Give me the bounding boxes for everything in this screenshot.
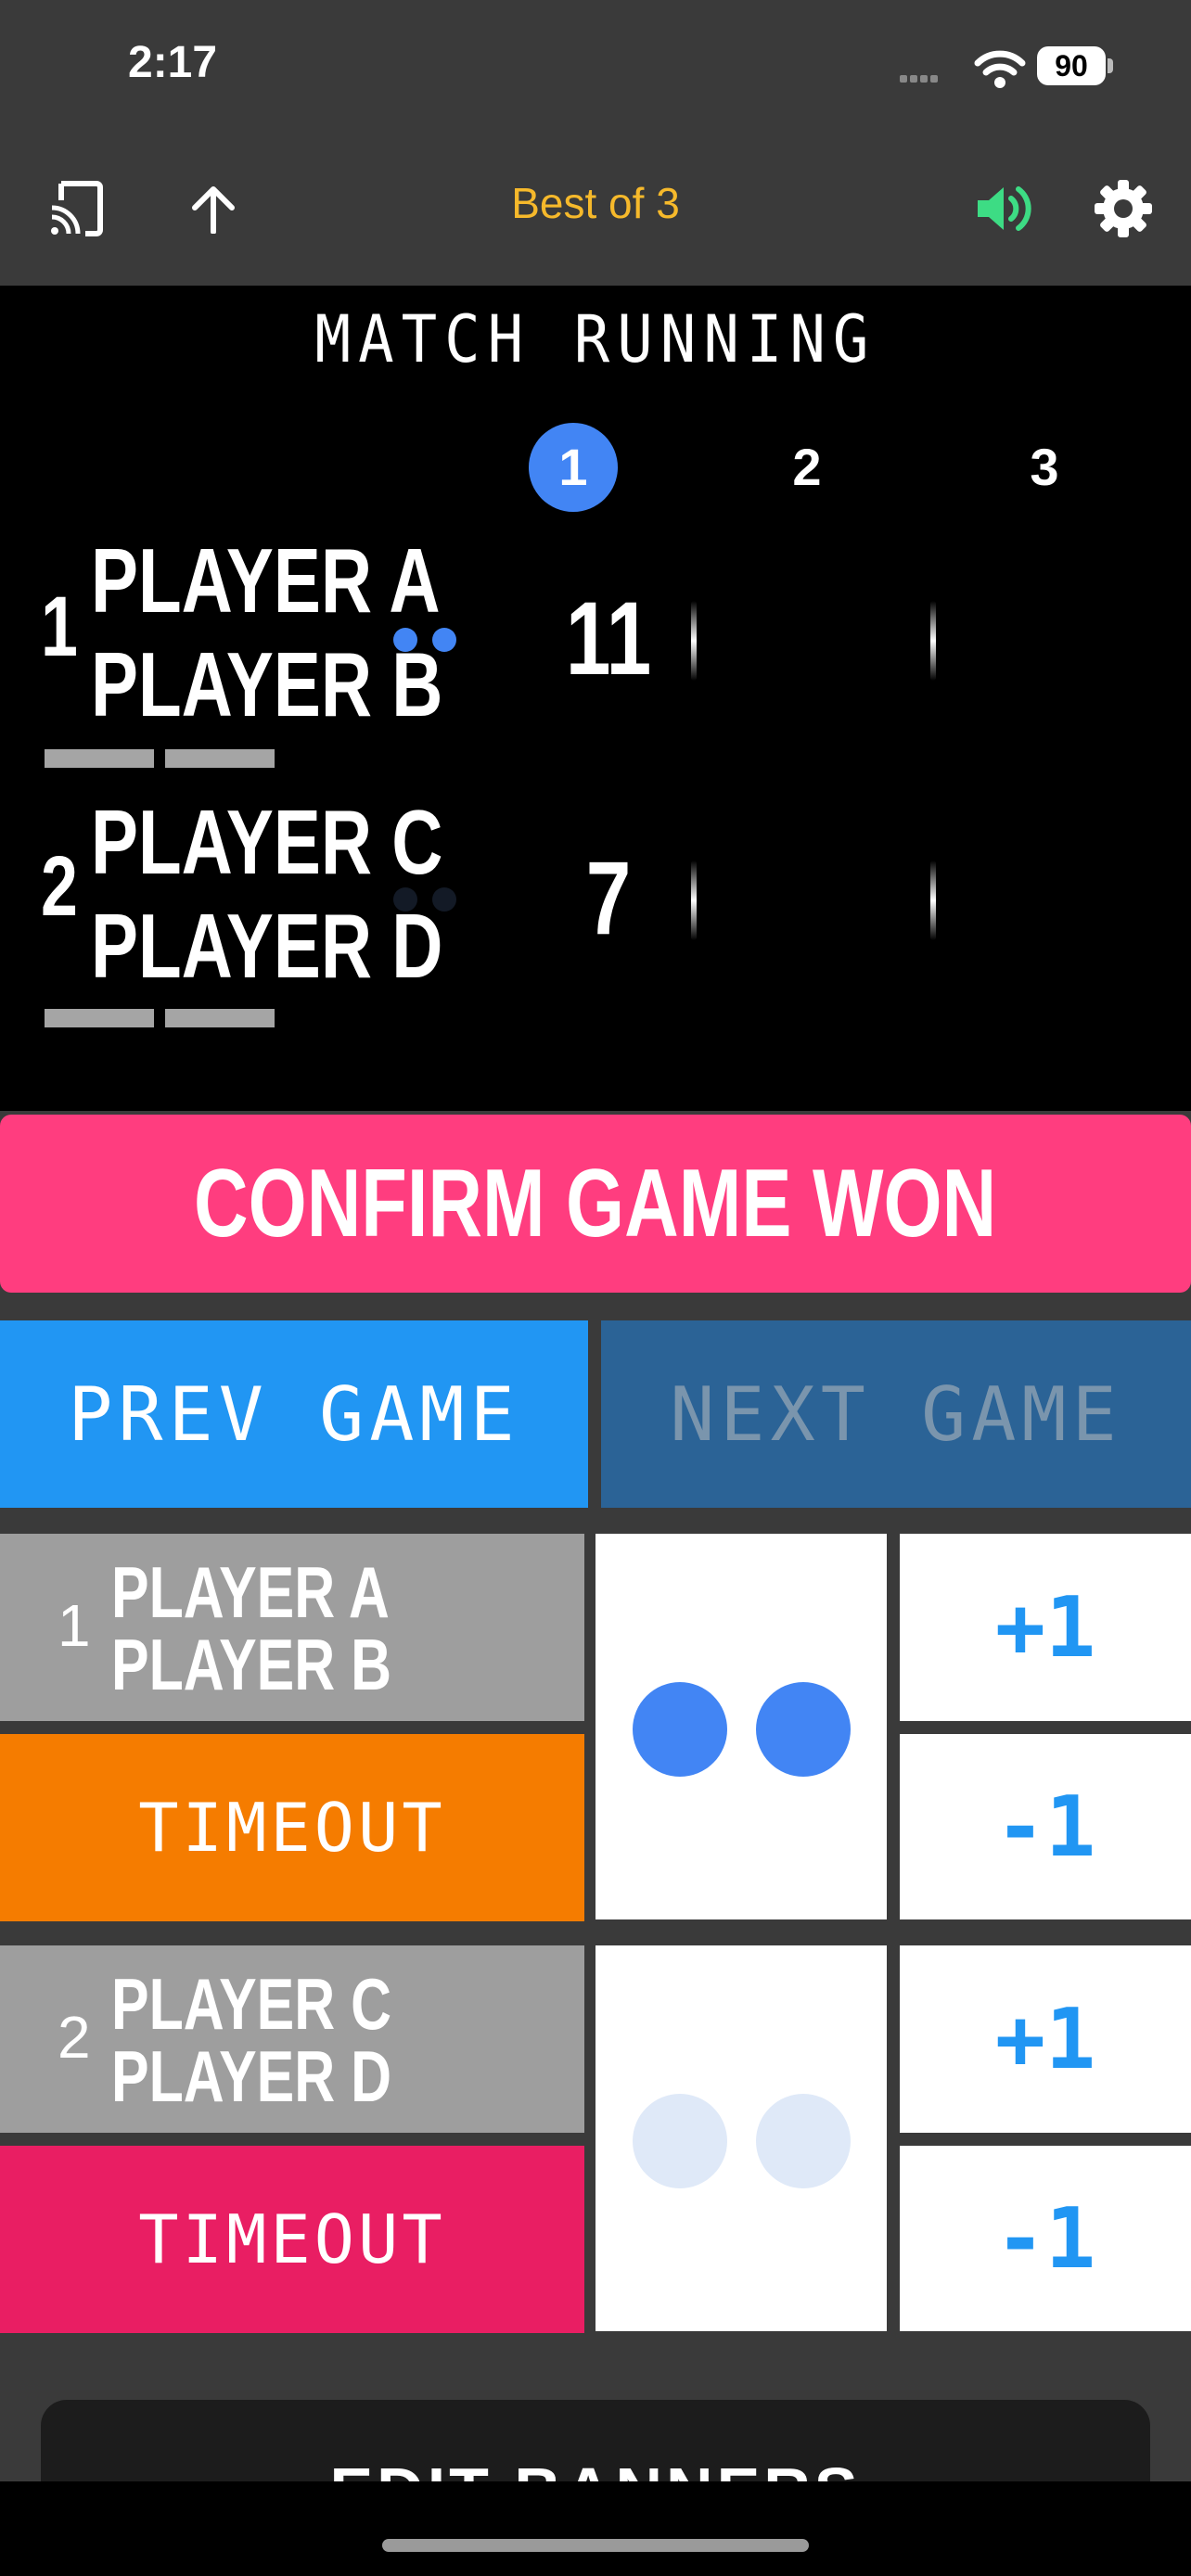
game-number-1: 1 [529, 423, 618, 512]
wifi-icon [974, 48, 1026, 93]
prev-game-button[interactable]: PREV GAME [0, 1320, 588, 1508]
sound-icon[interactable] [974, 182, 1033, 239]
team-1-control-player-2: PLAYER B [111, 1624, 392, 1705]
team-2-control-player-2: PLAYER D [111, 2035, 392, 2117]
team-2-serve-toggle[interactable] [596, 1945, 887, 2331]
team-1-serve-dot-1 [393, 628, 417, 652]
team-2-serve-ball-1 [633, 2094, 727, 2188]
score-separator [691, 601, 697, 681]
team-1-number: 1 [41, 580, 78, 674]
game-number-3: 3 [1030, 438, 1059, 496]
home-indicator[interactable] [382, 2539, 809, 2552]
score-separator [930, 861, 936, 940]
team-2-player-2: PLAYER D [91, 895, 443, 997]
team-1-control-number: 1 [58, 1592, 91, 1659]
score-separator [930, 601, 936, 681]
team-1-timeout-button[interactable]: TIMEOUT [0, 1734, 584, 1921]
team-2-timeout-button[interactable]: TIMEOUT [0, 2146, 584, 2333]
team-1-game-1-score: 11 [565, 580, 652, 696]
battery-indicator: 90 [1037, 46, 1106, 85]
battery-tip [1108, 58, 1113, 73]
team-2-plus-one-button[interactable]: +1 [900, 1945, 1191, 2133]
team-2-number: 2 [41, 839, 78, 934]
team-1-serve-ball-2 [756, 1682, 851, 1777]
team-2-control-player-1: PLAYER C [111, 1963, 392, 2045]
confirm-label: CONFIRM GAME WON [194, 1149, 997, 1257]
team-2-serve-dot-1 [393, 887, 417, 912]
team-1-underline-2 [165, 749, 275, 768]
confirm-game-won-button[interactable]: CONFIRM GAME WON [0, 1115, 1191, 1293]
team-1-plus-one-button[interactable]: +1 [900, 1534, 1191, 1721]
team-1-player-2: PLAYER B [91, 633, 443, 735]
team-2-player-1: PLAYER C [91, 791, 443, 893]
team-2-name-panel: 2 PLAYER C PLAYER D [0, 1945, 584, 2133]
team-2-underline-1 [45, 1009, 154, 1027]
team-2-minus-one-button[interactable]: -1 [900, 2146, 1191, 2331]
signal-icon [900, 69, 941, 86]
team-1-serve-ball-1 [633, 1682, 727, 1777]
clock: 2:17 [128, 38, 218, 87]
team-1-serve-toggle[interactable] [596, 1534, 887, 1919]
team-1-serve-dot-2 [432, 628, 456, 652]
team-1-control-names: PLAYER A PLAYER B [111, 1556, 391, 1701]
game-number-2: 2 [792, 438, 822, 496]
team-1-underline-1 [45, 749, 154, 768]
team-1-name-panel: 1 PLAYER A PLAYER B [0, 1534, 584, 1721]
home-indicator-area [0, 2481, 1191, 2576]
gear-icon[interactable] [1095, 180, 1152, 241]
team-2-game-1-score: 7 [585, 840, 632, 956]
match-status-label: MATCH RUNNING [314, 302, 877, 378]
team-2-control-number: 2 [58, 2004, 91, 2071]
team-2-underline-2 [165, 1009, 275, 1027]
team-1-control-player-1: PLAYER A [111, 1551, 390, 1633]
team-1-minus-one-button[interactable]: -1 [900, 1734, 1191, 1919]
team-2-control-names: PLAYER C PLAYER D [111, 1968, 391, 2112]
team-1-player-1: PLAYER A [91, 529, 441, 631]
score-separator [691, 861, 697, 940]
team-2-serve-ball-2 [756, 2094, 851, 2188]
next-game-button[interactable]: NEXT GAME [601, 1320, 1191, 1508]
team-2-serve-dot-2 [432, 887, 456, 912]
